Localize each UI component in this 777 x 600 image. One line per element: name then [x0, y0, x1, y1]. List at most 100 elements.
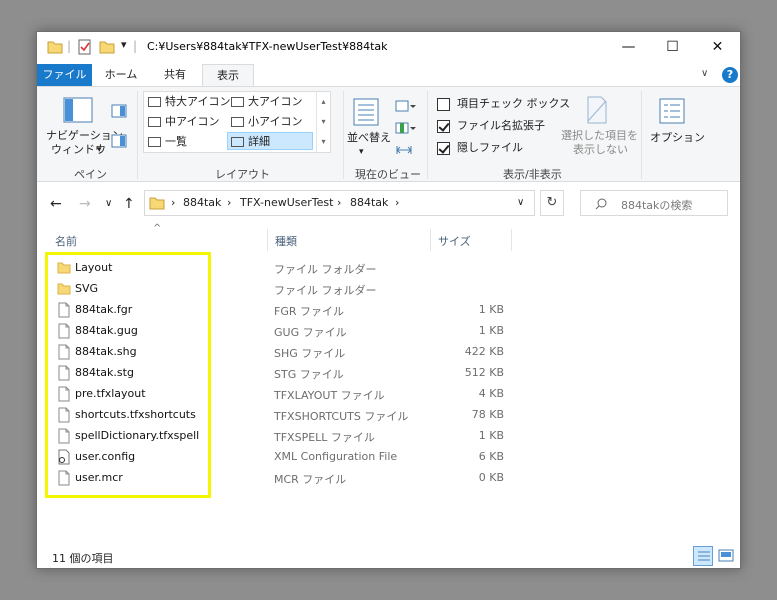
column-name[interactable]: 名前 — [55, 233, 77, 249]
large-icons-view-icon[interactable] — [716, 546, 736, 566]
breadcrumb-884tak-current[interactable]: 884tak — [350, 196, 388, 209]
nav-pane-dropdown-icon[interactable]: ▾ — [97, 143, 102, 157]
navigation-pane-icon[interactable] — [63, 97, 93, 123]
file-type: FGR ファイル — [274, 305, 344, 318]
layout-extra-large-icons[interactable]: 特大アイコン — [145, 93, 230, 111]
layout-medium-icons[interactable]: 中アイコン — [145, 113, 219, 131]
hidden-files-label[interactable]: 隠しファイル — [457, 141, 523, 155]
up-arrow-icon[interactable]: ↑ — [123, 196, 135, 212]
file-type: STG ファイル — [274, 368, 344, 381]
ribbon-tabs: ファイル ホーム 共有 表示 — [37, 62, 740, 87]
group-layout-label: レイアウト — [215, 168, 270, 181]
sort-dropdown-icon[interactable]: ▾ — [359, 145, 364, 159]
file-type: GUG ファイル — [274, 326, 347, 339]
recent-dropdown-icon[interactable]: ∨ — [105, 198, 112, 209]
details-pane-icon[interactable] — [111, 134, 127, 148]
options-label[interactable]: オプション — [650, 131, 705, 145]
group-separator — [343, 91, 344, 179]
layout-scroll[interactable]: ▴ ▾ ▾ — [316, 92, 330, 152]
file-size: 422 KB — [464, 345, 504, 358]
breadcrumb-separator-icon[interactable]: › — [227, 196, 231, 209]
address-bar[interactable]: › 884tak › TFX-newUserTest › 884tak › ∨ — [144, 190, 535, 216]
file-type: ファイル フォルダー — [274, 284, 377, 297]
file-size: 1 KB — [478, 324, 504, 337]
options-icon[interactable] — [658, 97, 686, 125]
file-type: ファイル フォルダー — [274, 263, 377, 276]
column-size[interactable]: サイズ — [438, 233, 471, 249]
folder-icon — [47, 41, 63, 54]
size-columns-icon[interactable] — [395, 143, 413, 157]
breadcrumb-tfx-newusertest[interactable]: TFX-newUserTest — [240, 196, 333, 209]
group-separator — [427, 91, 428, 179]
layout-small-icons[interactable]: 小アイコン — [228, 113, 302, 131]
group-separator — [641, 91, 642, 179]
column-divider[interactable] — [511, 229, 512, 251]
sort-icon[interactable] — [352, 97, 380, 127]
tab-home[interactable]: ホーム — [97, 64, 145, 87]
item-checkbox-toggle[interactable] — [437, 98, 450, 111]
item-checkbox-label[interactable]: 項目チェック ボックス — [457, 97, 570, 111]
search-box[interactable]: 884takの検索 — [580, 190, 728, 216]
details-icon — [231, 137, 244, 147]
file-size: 1 KB — [478, 429, 504, 442]
maximize-button[interactable]: ☐ — [650, 32, 695, 62]
search-placeholder: 884takの検索 — [621, 199, 693, 212]
new-folder-icon[interactable] — [99, 39, 115, 55]
minimize-button[interactable]: — — [606, 32, 651, 62]
layout-details[interactable]: 詳細 — [227, 132, 313, 150]
column-divider[interactable] — [430, 229, 431, 251]
file-type: TFXSHORTCUTS ファイル — [274, 410, 409, 423]
group-separator — [137, 91, 138, 179]
large-icons-icon — [231, 97, 244, 107]
tab-file[interactable]: ファイル — [37, 64, 92, 87]
small-icons-icon — [231, 117, 244, 127]
file-type: TFXSPELL ファイル — [274, 431, 375, 444]
file-extension-checkbox[interactable] — [437, 120, 450, 133]
file-size: 78 KB — [471, 408, 504, 421]
forward-arrow-icon[interactable]: → — [79, 196, 91, 212]
tab-view[interactable]: 表示 — [202, 64, 254, 87]
file-size: 1 KB — [478, 303, 504, 316]
preview-pane-icon[interactable] — [111, 104, 127, 118]
breadcrumb-separator-icon[interactable]: › — [395, 196, 399, 209]
help-icon[interactable]: ? — [722, 67, 738, 83]
hide-selected-icon[interactable] — [585, 95, 609, 125]
back-arrow-icon[interactable]: ← — [50, 196, 62, 212]
file-type: TFXLAYOUT ファイル — [274, 389, 385, 402]
file-size: 6 KB — [478, 450, 504, 463]
address-bar-row: ← → ∨ ↑ › 884tak › TFX-newUserTest › 884… — [37, 182, 740, 226]
group-current-view-label: 現在のビュー — [355, 168, 421, 181]
add-columns-icon[interactable] — [395, 121, 417, 135]
column-divider[interactable] — [267, 229, 268, 251]
layout-large-icons[interactable]: 大アイコン — [228, 93, 302, 111]
ribbon-collapse-icon[interactable]: ∨ — [701, 68, 708, 79]
group-by-icon[interactable] — [395, 99, 417, 113]
layout-list[interactable]: 一覧 — [145, 133, 187, 151]
file-extension-label[interactable]: ファイル名拡張子 — [457, 119, 545, 133]
breadcrumb-separator-icon[interactable]: › — [337, 196, 341, 209]
list-icon — [148, 137, 161, 147]
breadcrumb-884tak[interactable]: 884tak — [183, 196, 221, 209]
column-type[interactable]: 種類 — [275, 233, 297, 249]
address-dropdown-icon[interactable]: ∨ — [517, 197, 524, 208]
close-button[interactable]: ✕ — [695, 32, 740, 62]
breadcrumb-separator-icon[interactable]: › — [171, 196, 175, 209]
window-title: C:¥Users¥884tak¥TFX-newUserTest¥884tak — [147, 40, 388, 53]
refresh-icon[interactable]: ↻ — [540, 190, 564, 216]
customize-toolbar-icon[interactable]: ▾ — [121, 38, 127, 54]
tab-share[interactable]: 共有 — [151, 64, 199, 87]
group-pane-label: ペイン — [74, 168, 107, 181]
layout-gallery: 特大アイコン 大アイコン 中アイコン 小アイコン 一覧 詳細 ▴ ▾ ▾ — [143, 91, 331, 153]
status-item-count: 11 個の項目 — [52, 552, 114, 565]
group-show-hide-label: 表示/非表示 — [503, 168, 562, 181]
search-icon — [595, 198, 607, 210]
hide-selected-label2[interactable]: 表示しない — [573, 143, 628, 157]
properties-icon[interactable] — [77, 39, 93, 55]
hidden-files-checkbox[interactable] — [437, 142, 450, 155]
file-type: SHG ファイル — [274, 347, 346, 360]
details-view-icon[interactable] — [693, 546, 713, 566]
sort-label[interactable]: 並べ替え — [347, 131, 391, 145]
hide-selected-label1[interactable]: 選択した項目を — [561, 129, 638, 143]
explorer-window: | ▾ | C:¥Users¥884tak¥TFX-newUserTest¥88… — [36, 31, 741, 569]
file-size: 512 KB — [464, 366, 504, 379]
